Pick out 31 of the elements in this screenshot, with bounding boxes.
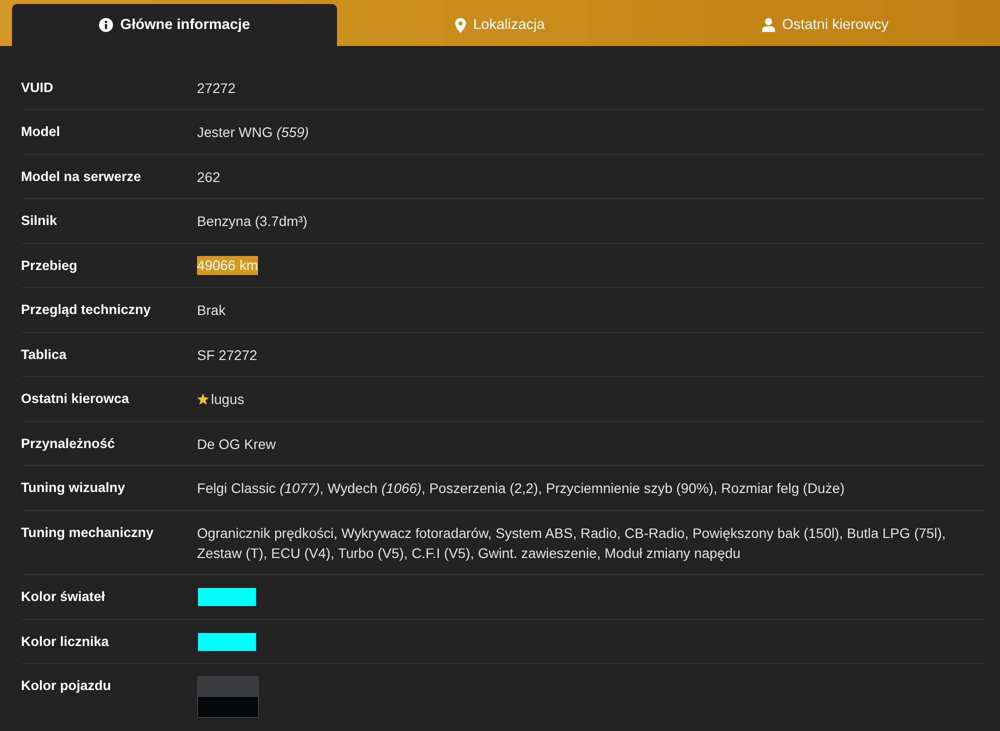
row-label: Kolor świateł: [21, 588, 106, 606]
row-value: 262: [197, 168, 220, 186]
row-label: Silnik: [21, 212, 58, 230]
row-label: VUID: [21, 78, 54, 96]
row-label: Kolor pojazdu: [21, 677, 111, 695]
highlighted-value: 49066 km: [197, 256, 258, 275]
row-label: Model: [21, 123, 60, 141]
row-label: Przynależność: [21, 434, 115, 453]
row-value: Jester WNG (559): [197, 123, 309, 142]
row-label: Kolor licznika: [21, 632, 109, 650]
tab[interactable]: Ostatni kierowcy: [662, 4, 988, 46]
row-value: Brak: [197, 301, 226, 320]
driver-name: lugus: [211, 390, 244, 409]
row-label: Model na serwerze: [21, 168, 142, 186]
tab[interactable]: Lokalizacja: [337, 4, 663, 46]
user-icon: [762, 18, 776, 32]
row-label: Tuning wizualny: [21, 479, 125, 497]
row-value: Felgi Classic (1077), Wydech (1066), Poszerzenia (2,2), Przyciemnienie szyb (90%), Rozmiar felg (Duże): [197, 479, 845, 498]
row-value: Benzyna (3.7dm³): [197, 212, 308, 231]
info-icon: [99, 18, 114, 32]
row-value: Ogranicznik prędkości, Wykrywacz fotoradarów, System ABS, Radio, CB-Radio, Powiększony bak (150l), Butla LPG (75l), Zestaw (T), ECU (V4), Turbo (V5), C.F.I (V5), Gwint. zawieszenie, Moduł zmiany napędu: [197, 524, 947, 562]
row-label: Tablica: [21, 346, 67, 364]
map-pin-icon: [455, 18, 466, 32]
row-value: SF 27272: [197, 346, 258, 364]
row-value: 27272: [197, 78, 236, 98]
row-label: Przegląd techniczny: [21, 301, 151, 319]
row-value: De OG Krew: [197, 434, 276, 454]
row-label: Ostatni kierowca: [21, 390, 130, 408]
row-label: Przebieg: [21, 256, 78, 275]
tab[interactable]: Główne informacje: [12, 4, 338, 46]
row-label: Tuning mechaniczny: [21, 524, 154, 542]
